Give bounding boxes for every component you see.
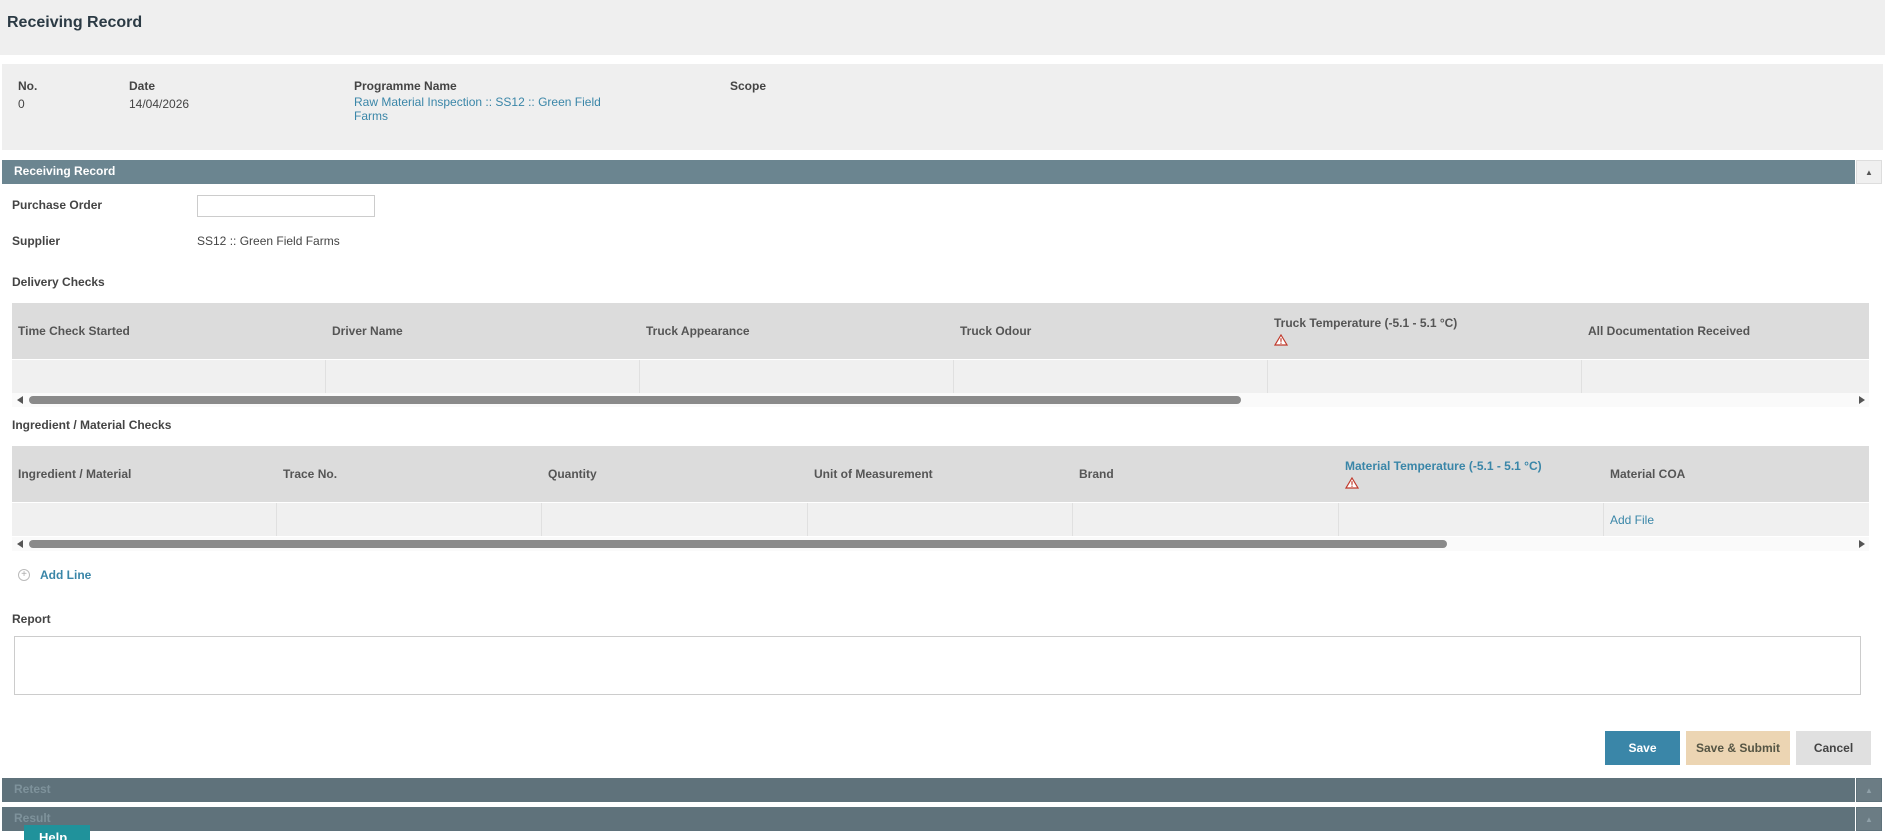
collapse-receiving-button[interactable]: ▲ bbox=[1856, 160, 1882, 184]
table-cell[interactable] bbox=[640, 360, 954, 393]
delivery-table-header: Time Check Started Driver Name Truck App… bbox=[12, 303, 1869, 359]
column-header-truck-odour: Truck Odour bbox=[960, 324, 1032, 338]
section-title-receiving-record: Receiving Record bbox=[14, 164, 116, 178]
supplier-value: SS12 :: Green Field Farms bbox=[197, 234, 340, 248]
add-file-link[interactable]: Add File bbox=[1610, 513, 1654, 527]
scroll-thumb[interactable] bbox=[29, 540, 1447, 548]
table-cell[interactable] bbox=[326, 360, 640, 393]
page-title: Receiving Record bbox=[7, 14, 143, 31]
ingredient-checks-label: Ingredient / Material Checks bbox=[12, 418, 172, 432]
column-header-truck-appearance: Truck Appearance bbox=[646, 324, 750, 338]
column-header-unit: Unit of Measurement bbox=[814, 467, 933, 481]
save-submit-button[interactable]: Save & Submit bbox=[1686, 731, 1790, 765]
programme-name-line1: Raw Material Inspection :: SS12 :: Green… bbox=[354, 95, 601, 109]
column-header-quantity: Quantity bbox=[548, 467, 597, 481]
report-label: Report bbox=[12, 612, 51, 626]
record-date-label: Date bbox=[129, 79, 156, 93]
column-header-brand: Brand bbox=[1079, 467, 1114, 481]
collapse-retest-button[interactable]: ▲ bbox=[1856, 778, 1882, 802]
supplier-label: Supplier bbox=[12, 234, 61, 248]
section-bar-retest[interactable]: Retest bbox=[2, 778, 1855, 802]
ingredient-checks-table: Ingredient / Material Trace No. Quantity… bbox=[12, 446, 1869, 536]
warning-icon bbox=[1274, 334, 1288, 346]
scroll-right-icon[interactable] bbox=[1859, 540, 1865, 548]
column-header-ingredient: Ingredient / Material bbox=[18, 467, 132, 481]
column-header-material-temperature[interactable]: Material Temperature (-5.1 - 5.1 °C) bbox=[1339, 446, 1604, 502]
purchase-order-input[interactable] bbox=[197, 195, 375, 217]
page-header: Receiving Record bbox=[0, 0, 1885, 55]
section-title-result: Result bbox=[14, 811, 51, 825]
scroll-left-icon[interactable] bbox=[17, 396, 23, 404]
caret-up-icon: ▲ bbox=[1865, 167, 1873, 177]
table-cell[interactable] bbox=[1268, 360, 1582, 393]
column-header-truck-temperature: Truck Temperature (-5.1 - 5.1 °C) bbox=[1268, 303, 1582, 359]
scroll-thumb[interactable] bbox=[29, 396, 1241, 404]
table-row bbox=[12, 359, 1869, 393]
table-cell[interactable] bbox=[12, 503, 277, 536]
section-title-retest: Retest bbox=[14, 782, 51, 796]
record-number-value: 0 bbox=[18, 97, 25, 111]
collapse-result-button[interactable]: ▲ bbox=[1856, 807, 1882, 831]
table-cell[interactable] bbox=[1582, 360, 1869, 393]
ingredient-table-scrollbar[interactable] bbox=[12, 537, 1869, 551]
programme-name-line2: Farms bbox=[354, 109, 388, 123]
table-cell[interactable] bbox=[542, 503, 808, 536]
table-row: Add File bbox=[12, 502, 1869, 536]
column-header-driver-name: Driver Name bbox=[332, 324, 403, 338]
column-header-material-coa: Material COA bbox=[1610, 467, 1686, 481]
record-number-label: No. bbox=[18, 79, 38, 93]
warning-icon bbox=[1345, 477, 1359, 489]
programme-name-label: Programme Name bbox=[354, 79, 457, 93]
report-textarea[interactable] bbox=[14, 636, 1861, 695]
caret-up-icon: ▲ bbox=[1865, 785, 1873, 795]
programme-name-link[interactable]: Raw Material Inspection :: SS12 :: Green… bbox=[354, 95, 601, 123]
table-cell[interactable] bbox=[808, 503, 1073, 536]
scroll-right-icon[interactable] bbox=[1859, 396, 1865, 404]
column-header-documentation: All Documentation Received bbox=[1588, 324, 1751, 338]
column-header-time-check: Time Check Started bbox=[18, 324, 130, 338]
table-cell[interactable] bbox=[1339, 503, 1604, 536]
help-button[interactable]: Help bbox=[24, 825, 90, 840]
table-cell[interactable] bbox=[277, 503, 542, 536]
ingredient-table-header: Ingredient / Material Trace No. Quantity… bbox=[12, 446, 1869, 502]
material-coa-cell: Add File bbox=[1604, 503, 1869, 536]
scope-label: Scope bbox=[730, 79, 767, 93]
delivery-table-scrollbar[interactable] bbox=[12, 393, 1869, 407]
cancel-button[interactable]: Cancel bbox=[1796, 731, 1871, 765]
section-bar-receiving-record[interactable]: Receiving Record bbox=[2, 160, 1855, 184]
table-cell[interactable] bbox=[12, 360, 326, 393]
add-line-label: Add Line bbox=[40, 568, 92, 582]
table-cell[interactable] bbox=[1073, 503, 1339, 536]
section-bar-result[interactable]: Result bbox=[2, 807, 1855, 831]
record-number: No. 0 bbox=[18, 79, 37, 111]
record-info-bar: No. 0 Date 14/04/2026 Programme Name Raw… bbox=[2, 64, 1883, 150]
column-header-trace-no: Trace No. bbox=[283, 467, 338, 481]
programme-name: Programme Name Raw Material Inspection :… bbox=[354, 79, 601, 123]
record-date-value: 14/04/2026 bbox=[129, 97, 190, 111]
plus-circle-icon: + bbox=[18, 569, 30, 581]
table-cell[interactable] bbox=[954, 360, 1268, 393]
scroll-left-icon[interactable] bbox=[17, 540, 23, 548]
save-button[interactable]: Save bbox=[1605, 731, 1680, 765]
delivery-checks-table: Time Check Started Driver Name Truck App… bbox=[12, 303, 1869, 393]
add-line-button[interactable]: + Add Line bbox=[18, 568, 91, 582]
purchase-order-label: Purchase Order bbox=[12, 198, 103, 212]
scope: Scope bbox=[730, 79, 766, 93]
caret-up-icon: ▲ bbox=[1865, 814, 1873, 824]
record-date: Date 14/04/2026 bbox=[129, 79, 189, 111]
delivery-checks-label: Delivery Checks bbox=[12, 275, 105, 289]
